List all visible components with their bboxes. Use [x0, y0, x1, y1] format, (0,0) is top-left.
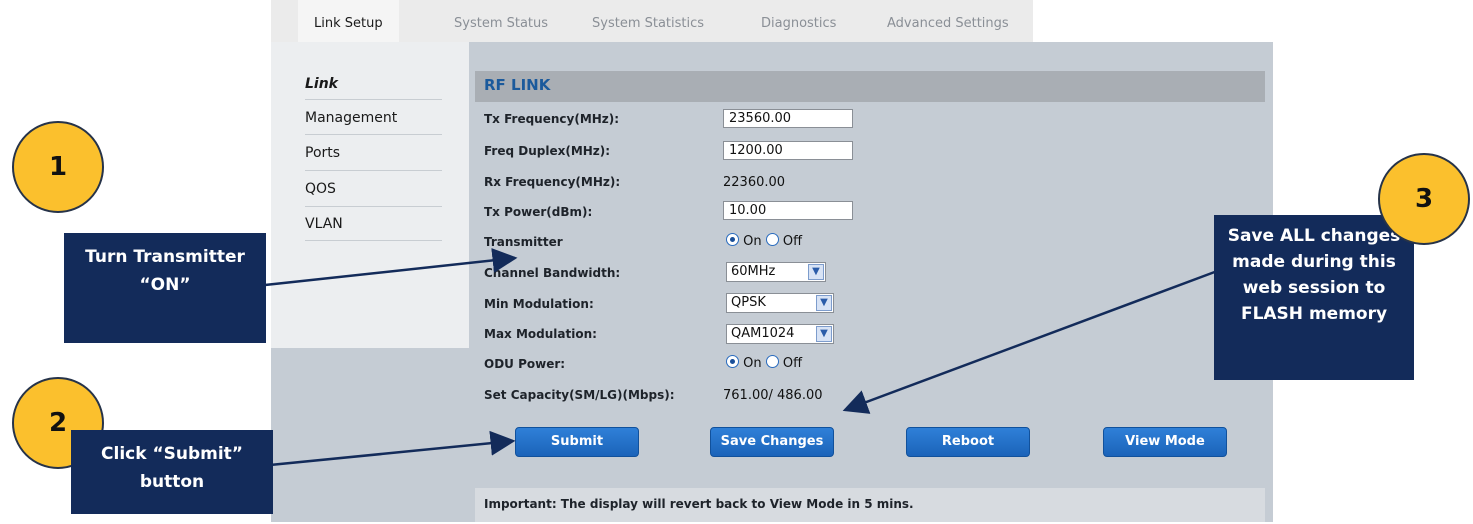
step-1-callout: Turn Transmitter “ON”	[64, 233, 266, 343]
arrow-to-transmitter	[264, 247, 518, 287]
step-3-callout: Save ALL changes made during this web se…	[1214, 215, 1414, 380]
step-1-badge: 1	[12, 121, 104, 213]
arrow-to-save-changes	[842, 268, 1221, 414]
step-3-badge: 3	[1378, 153, 1470, 245]
step-2-callout: Click “Submit” button	[71, 430, 273, 514]
arrow-to-submit	[269, 430, 516, 467]
